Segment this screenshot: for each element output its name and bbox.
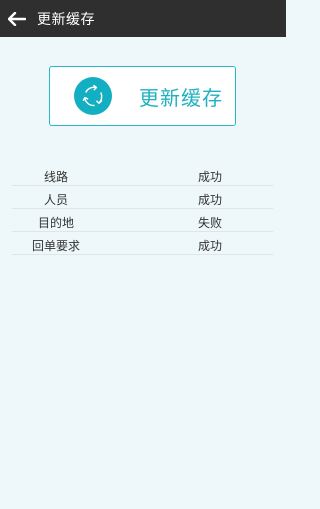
list-item: 目的地 失败 <box>12 209 273 232</box>
item-status: 成功 <box>198 193 223 207</box>
item-name: 人员 <box>43 193 68 207</box>
update-cache-label: 更新缓存 <box>139 85 223 110</box>
list-item: 人员 成功 <box>12 186 273 209</box>
item-name: 回单要求 <box>31 239 80 253</box>
update-cache-button[interactable]: 更新缓存 <box>49 66 236 126</box>
refresh-icon <box>74 77 112 115</box>
item-status: 失败 <box>198 216 223 230</box>
item-name: 目的地 <box>37 216 74 230</box>
item-status: 成功 <box>198 239 223 253</box>
back-arrow-icon <box>8 11 26 26</box>
back-button[interactable] <box>0 0 34 37</box>
cache-status-list: 线路 成功 人员 成功 目的地 失败 回单要求 成功 <box>12 163 273 255</box>
list-item: 线路 成功 <box>12 163 273 186</box>
list-item: 回单要求 成功 <box>12 232 273 255</box>
item-status: 成功 <box>198 170 223 184</box>
item-name: 线路 <box>43 170 68 184</box>
page-title: 更新缓存 <box>37 11 95 28</box>
top-bar: 更新缓存 <box>0 0 286 37</box>
